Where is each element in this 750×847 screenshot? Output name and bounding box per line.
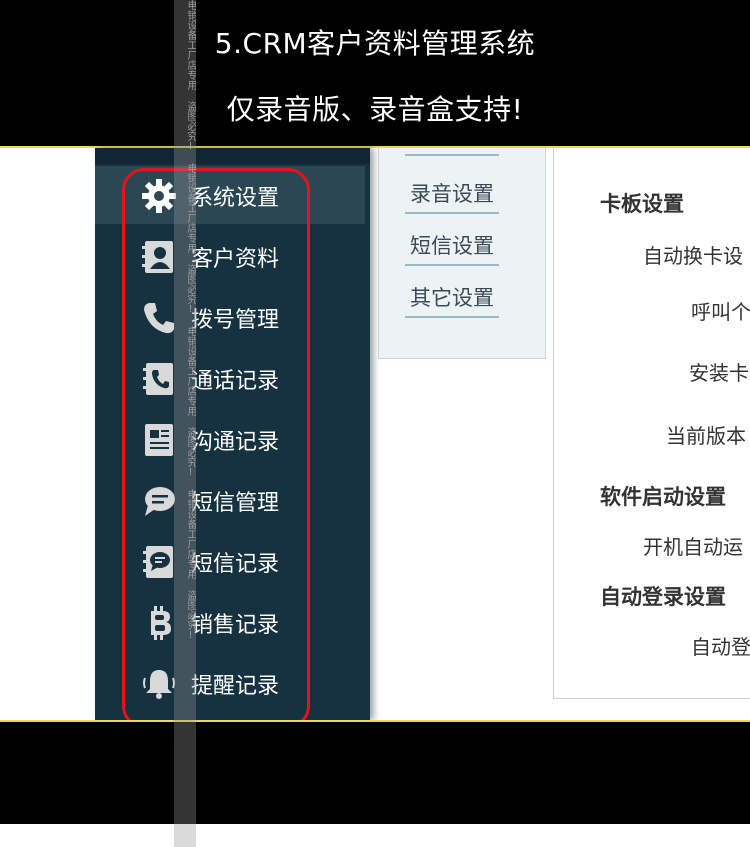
sidebar-item-sms-management[interactable]: 短信管理: [95, 471, 370, 529]
section-startup-settings: 软件启动设置: [600, 485, 726, 509]
sidebar-item-system-settings[interactable]: 系统设置: [95, 166, 365, 224]
banner-subtitle: 仅录音版、录音盒支持!: [226, 93, 524, 126]
sidebar: 系统设置 客户资料 拨号管理 通话记录 沟通记录 短信管理 短信记录 销售记录 …: [95, 148, 370, 720]
section-auto-login-settings: 自动登录设置: [600, 585, 726, 609]
sidebar-item-label: 短信管理: [191, 491, 280, 516]
label-auto-switch-card: 自动换卡设: [643, 244, 743, 268]
top-banner: 5.CRM客户资料管理系统 仅录音版、录音盒支持!: [0, 0, 750, 148]
label-auto-login: 自动登: [691, 635, 750, 659]
label-install-card: 安装卡: [689, 361, 749, 385]
submenu-item-recording-settings[interactable]: 录音设置: [405, 178, 499, 214]
gear-icon: [139, 177, 179, 215]
phone-icon: [139, 299, 179, 337]
sidebar-item-label: 客户资料: [191, 247, 280, 272]
sidebar-item-label: 通话记录: [191, 369, 280, 394]
notes-icon: [139, 421, 179, 459]
bottom-banner: [0, 720, 750, 824]
bell-icon: [139, 665, 179, 703]
sidebar-item-label: 系统设置: [191, 186, 280, 211]
submenu-item-partial: [405, 142, 499, 156]
sidebar-item-dial-management[interactable]: 拨号管理: [95, 288, 370, 346]
submenu-item-sms-settings[interactable]: 短信设置: [405, 230, 499, 266]
banner-title: 5.CRM客户资料管理系统: [214, 27, 536, 60]
sidebar-item-communication-records[interactable]: 沟通记录: [95, 410, 370, 468]
sidebar-item-label: 提醒记录: [191, 674, 280, 699]
chat-bubble-icon: [139, 482, 179, 520]
sidebar-item-customer-data[interactable]: 客户资料: [95, 227, 370, 285]
submenu-item-other-settings[interactable]: 其它设置: [405, 282, 499, 318]
sidebar-item-sms-records[interactable]: 短信记录: [95, 532, 370, 590]
label-current-version: 当前版本: [666, 424, 746, 448]
sidebar-item-call-records[interactable]: 通话记录: [95, 349, 370, 407]
label-boot-auto-run: 开机自动运: [643, 535, 743, 559]
sidebar-item-label: 销售记录: [191, 613, 280, 638]
section-card-settings: 卡板设置: [600, 192, 684, 216]
sidebar-top-strip: [95, 148, 370, 164]
settings-submenu: 录音设置 短信设置 其它设置: [378, 148, 546, 359]
message-log-icon: [139, 543, 179, 581]
phone-book-icon: [139, 360, 179, 398]
contact-card-icon: [139, 238, 179, 276]
bitcoin-icon: [139, 604, 179, 642]
sidebar-item-label: 短信记录: [191, 552, 280, 577]
sidebar-item-sales-records[interactable]: 销售记录: [95, 593, 370, 651]
label-call: 呼叫个: [691, 300, 750, 324]
settings-content: 卡板设置 自动换卡设 呼叫个 安装卡 当前版本 软件启动设置 开机自动运 自动登…: [553, 148, 750, 699]
sidebar-item-label: 拨号管理: [191, 308, 280, 333]
sidebar-item-label: 沟通记录: [191, 430, 280, 455]
sidebar-item-reminder-records[interactable]: 提醒记录: [95, 654, 370, 712]
